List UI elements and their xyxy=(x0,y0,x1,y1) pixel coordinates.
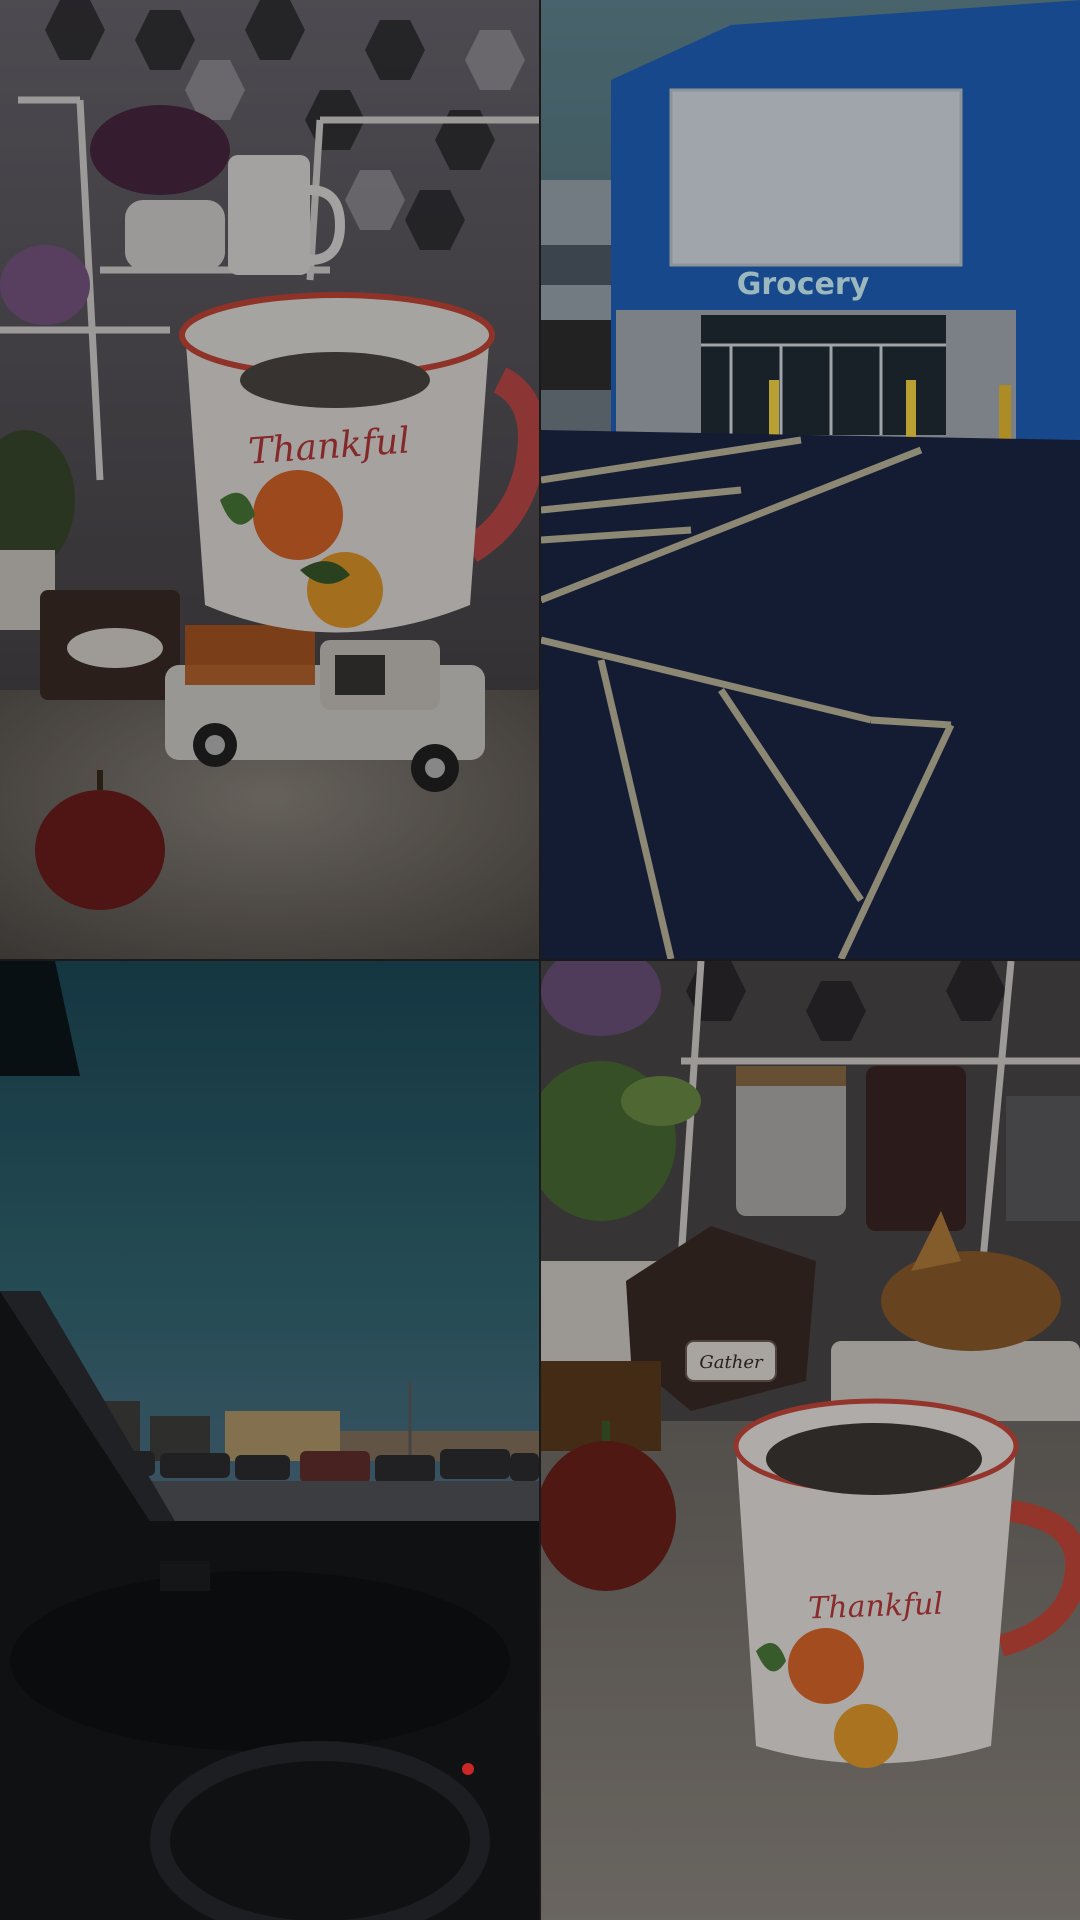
mug-truck-scene: Thankful xyxy=(0,0,539,959)
photo-mug-truck: Thankful xyxy=(0,0,539,959)
car-scene xyxy=(0,961,539,1920)
mug-counter-scene: Gather Thankful xyxy=(541,961,1080,1920)
parking-scene: Grocery xyxy=(541,0,1080,959)
photo-store-parking: Grocery xyxy=(541,0,1080,959)
photo-car-view xyxy=(0,961,539,1920)
photo-mug-counter: Gather Thankful xyxy=(541,961,1080,1920)
